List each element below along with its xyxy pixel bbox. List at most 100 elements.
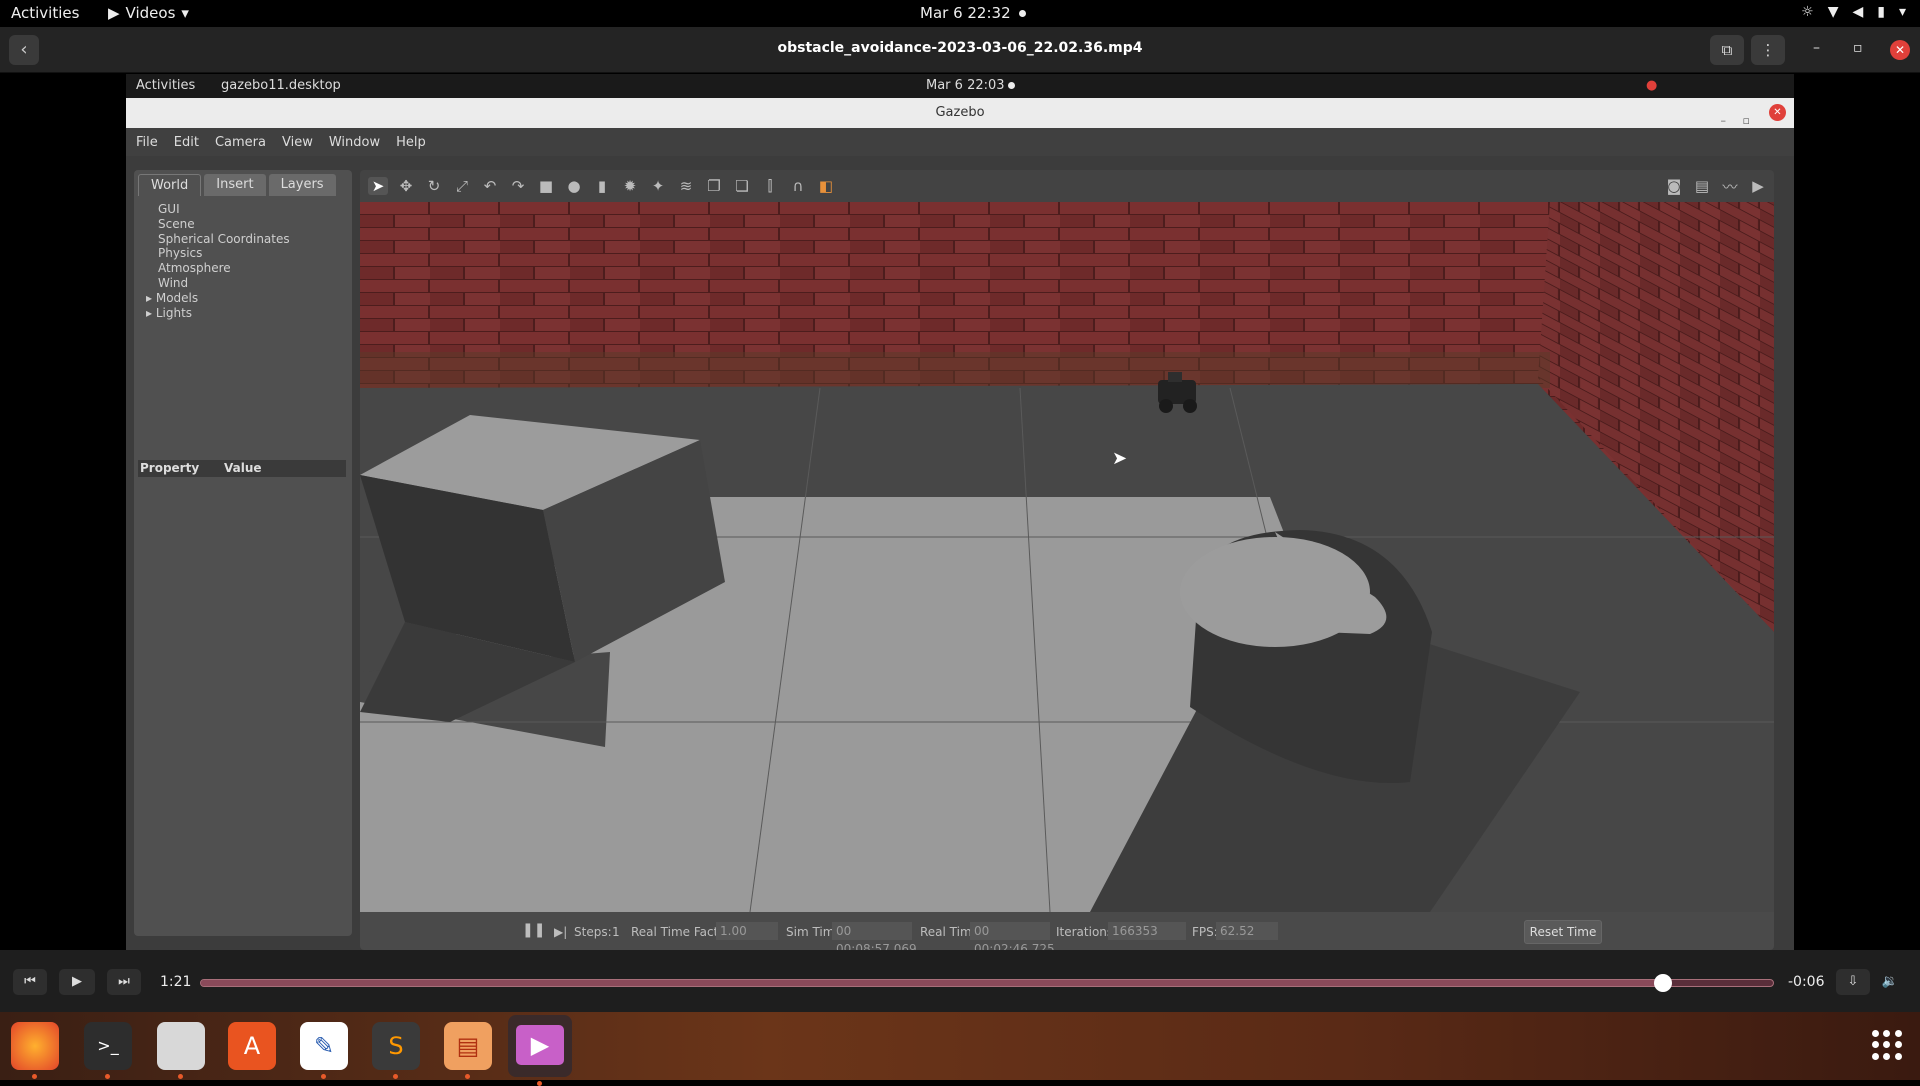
recorded-activities: Activities xyxy=(136,78,196,93)
chevron-down-icon: ▾ xyxy=(181,4,189,22)
menu-button[interactable]: ⋮ xyxy=(1751,35,1785,65)
scene-render xyxy=(360,202,1774,912)
tree-item: Scene xyxy=(158,216,195,231)
gazebo-window: Gazebo – ▫ ✕ File Edit Camera View Windo… xyxy=(126,98,1794,956)
fps-value: 62.52 xyxy=(1216,922,1278,940)
snap-icon: ∩ xyxy=(792,177,804,195)
tree-item-label: Models xyxy=(155,290,199,305)
maximize-button[interactable]: ▫ xyxy=(1853,40,1863,56)
app-menu[interactable]: ▶ Videos ▾ xyxy=(108,4,189,22)
world-tree: GUI Scene Spherical Coordinates Physics … xyxy=(134,196,352,320)
world-panel: World Insert Layers GUI Scene Spherical … xyxy=(134,170,352,936)
spotlight-icon: ✦ xyxy=(651,177,665,195)
activities-button[interactable]: Activities xyxy=(11,4,79,22)
sphere-icon: ● xyxy=(567,177,581,195)
gazebo-minimize-icon: – xyxy=(1720,114,1727,127)
app-grid-icon[interactable] xyxy=(1872,1030,1902,1060)
tree-item-lights: ▸ Lights xyxy=(146,306,352,321)
pause-icon: ❚❚ xyxy=(522,922,546,938)
video-frame[interactable]: Activities gazebo11.desktop Mar 6 22:03 … xyxy=(0,74,1920,956)
view-angle-icon: ◧ xyxy=(818,177,834,195)
files-icon[interactable] xyxy=(157,1022,205,1079)
clock-text: Mar 6 22:32 xyxy=(920,4,1011,22)
fullscreen-button[interactable]: ⧉ xyxy=(1710,35,1744,65)
record-icon: ● xyxy=(1646,78,1658,93)
seek-progress xyxy=(201,980,1663,986)
close-button[interactable]: ✕ xyxy=(1890,40,1910,60)
copy-icon: ❐ xyxy=(707,177,721,195)
select-icon: ➤ xyxy=(368,177,388,195)
text-editor-icon[interactable]: ✎ xyxy=(300,1022,348,1079)
gazebo-maximize-icon: ▫ xyxy=(1742,114,1750,127)
app-menu-label: Videos xyxy=(125,4,176,22)
redo-icon: ↷ xyxy=(511,177,525,195)
tab-layers: Layers xyxy=(268,174,336,196)
iterations-value: 166353 xyxy=(1108,922,1186,940)
tab-world: World xyxy=(138,174,202,196)
gazebo-title: Gazebo xyxy=(935,105,985,120)
recorded-dot xyxy=(1008,82,1015,89)
video-title: obstacle_avoidance-2023-03-06_22.02.36.m… xyxy=(777,40,1143,56)
software-icon[interactable]: A xyxy=(228,1022,276,1070)
impress-icon[interactable]: ▤ xyxy=(444,1022,492,1079)
recorded-app-menu: gazebo11.desktop xyxy=(221,78,341,93)
menu-camera: Camera xyxy=(214,134,266,150)
cylinder-icon: ▮ xyxy=(597,177,607,195)
property-header: Property Value xyxy=(138,460,346,477)
minimize-button[interactable]: – xyxy=(1813,40,1820,56)
step-icon: ▶| xyxy=(554,925,568,939)
log-icon: ▤ xyxy=(1694,177,1710,195)
tree-item: Atmosphere xyxy=(158,261,231,276)
align-icon: ⫿ xyxy=(767,177,773,195)
recorded-topbar: Activities gazebo11.desktop Mar 6 22:03 … xyxy=(126,74,1794,98)
gazebo-titlebar: Gazebo – ▫ ✕ xyxy=(126,98,1794,128)
videos-icon[interactable]: ▶ xyxy=(508,1015,572,1086)
tree-item: Spherical Coordinates xyxy=(158,231,290,246)
seek-handle[interactable] xyxy=(1653,974,1672,992)
wifi-icon: ▼ xyxy=(1827,4,1839,20)
play-icon: ▶ xyxy=(108,4,120,22)
scale-icon: ⤢ xyxy=(455,177,468,195)
expand-icon: ▸ xyxy=(146,305,156,320)
fps-label: FPS: xyxy=(1192,925,1218,939)
seek-bar[interactable] xyxy=(200,974,1774,992)
play-button[interactable]: ▶ xyxy=(59,969,95,995)
gazebo-close-icon: ✕ xyxy=(1769,104,1786,121)
player-controls: ⏮ ▶ ⏭ 1:21 -0:06 ⇩ 🔉 xyxy=(0,950,1920,1012)
clock[interactable]: Mar 6 22:32 xyxy=(920,4,1026,22)
undo-icon: ↶ xyxy=(483,177,497,195)
sublime-icon[interactable]: S xyxy=(372,1022,420,1079)
next-button[interactable]: ⏭ xyxy=(107,969,141,995)
mouse-cursor-icon: ➤ xyxy=(1112,448,1128,469)
battery-icon: ▮ xyxy=(1877,4,1885,20)
system-tray[interactable]: ☼ ▼ ◀ ▮ ▾ xyxy=(1801,4,1906,20)
firefox-icon[interactable] xyxy=(11,1022,59,1079)
dirlight-icon: ≋ xyxy=(679,177,693,195)
rotate-icon: ↻ xyxy=(427,177,441,195)
volume-button[interactable]: 🔉 xyxy=(1873,969,1907,995)
menu-window: Window xyxy=(328,134,381,150)
box-icon: ■ xyxy=(538,177,554,195)
reset-time-button: Reset Time xyxy=(1524,920,1602,944)
terminal-icon[interactable]: >_ xyxy=(84,1022,132,1079)
steps-value: 1 xyxy=(612,925,620,939)
playback-options-button[interactable]: ⇩ xyxy=(1836,969,1870,995)
expand-icon: ▸ xyxy=(146,290,156,305)
video-headerbar: ‹ obstacle_avoidance-2023-03-06_22.02.36… xyxy=(0,27,1920,73)
gazebo-menubar: File Edit Camera View Window Help xyxy=(126,128,1794,156)
rtf-value: 1.00 xyxy=(716,922,778,940)
sim-time-value: 00 00:08:57.069 xyxy=(832,922,917,956)
real-time-value: 00 00:02:46.725 xyxy=(970,922,1055,956)
steps-label: Steps: xyxy=(574,925,612,939)
previous-button[interactable]: ⏮ xyxy=(13,969,47,995)
screenshot-icon: ◙ xyxy=(1666,177,1682,195)
chevron-down-icon: ▾ xyxy=(1898,4,1906,20)
3d-viewport: ➤ xyxy=(360,202,1774,912)
dock: >_ A ✎ S ▤ ▶ xyxy=(0,1012,1920,1086)
tree-item: Wind xyxy=(158,275,189,290)
menu-view: View xyxy=(281,134,313,150)
tree-item-models: ▸ Models xyxy=(146,291,352,306)
elapsed-time: 1:21 xyxy=(160,974,192,990)
menu-help: Help xyxy=(396,134,426,150)
recorded-clock: Mar 6 22:03 xyxy=(926,78,1005,93)
